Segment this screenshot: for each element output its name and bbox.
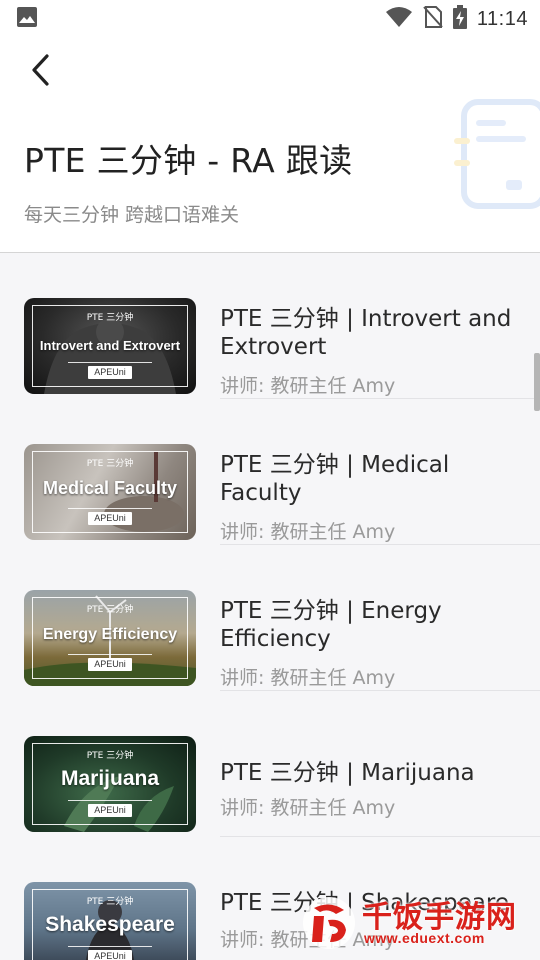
thumbnail-series: PTE 三分钟 (86, 897, 134, 907)
status-left (16, 6, 38, 32)
course-list[interactable]: PTE 三分钟 Introvert and Extrovert APEUni P… (0, 253, 540, 960)
course-title: PTE 三分钟 | Introvert and Extrovert (220, 306, 512, 360)
status-time: 11:14 (476, 7, 528, 30)
status-right: 11:14 (385, 5, 528, 33)
thumbnail-divider (68, 362, 152, 363)
list-item[interactable]: PTE 三分钟 Medical Faculty APEUni PTE 三分钟 |… (0, 399, 540, 545)
course-title: PTE 三分钟 | Energy Efficiency (220, 598, 442, 652)
thumbnail-divider (68, 654, 152, 655)
list-item[interactable]: PTE 三分钟 Energy Efficiency APEUni PTE 三分钟… (0, 545, 540, 691)
thumbnail-brand: APEUni (88, 512, 132, 525)
page-subtitle: 每天三分钟 跨越口语难关 (24, 204, 240, 226)
thumbnail-brand: APEUni (88, 950, 132, 960)
thumbnail-title: Shakespeare (45, 913, 175, 936)
page-title: PTE 三分钟 - RA 跟读 (24, 141, 353, 180)
thumbnail-series: PTE 三分钟 (86, 313, 134, 323)
chevron-left-icon (28, 52, 52, 92)
battery-charging-icon (452, 5, 467, 33)
thumbnail-title: Medical Faculty (42, 478, 178, 498)
book-icon (450, 98, 540, 210)
course-thumbnail: PTE 三分钟 Energy Efficiency APEUni (24, 590, 196, 686)
thumbnail-divider (68, 800, 152, 801)
wifi-icon (385, 6, 413, 32)
thumbnail-title: Marijuana (60, 767, 160, 790)
thumbnail-brand: APEUni (88, 366, 132, 379)
list-item[interactable]: PTE 三分钟 Marijuana APEUni PTE 三分钟 | Marij… (0, 691, 540, 837)
thumbnail-series: PTE 三分钟 (86, 605, 134, 615)
watermark-url: www.eduext.com (364, 930, 485, 946)
thumbnail-title: Energy Efficiency (42, 626, 178, 643)
course-author: 讲师: 教研主任 Amy (220, 797, 396, 819)
thumbnail-brand: APEUni (88, 658, 132, 671)
thumbnail-brand: APEUni (88, 804, 132, 817)
thumbnail-divider (68, 508, 152, 509)
course-title: PTE 三分钟 | Marijuana (220, 760, 475, 786)
image-icon (16, 6, 38, 32)
watermark-logo-icon (303, 897, 355, 949)
thumbnail-series: PTE 三分钟 (86, 751, 134, 761)
no-sim-icon (423, 5, 443, 33)
course-title: PTE 三分钟 | Medical Faculty (220, 452, 450, 506)
course-thumbnail: PTE 三分钟 Medical Faculty APEUni (24, 444, 196, 540)
scrollbar[interactable] (534, 353, 540, 411)
watermark: 千饭手游网 www.eduext.com (300, 892, 532, 954)
thumbnail-divider (68, 946, 152, 947)
course-author: 讲师: 教研主任 Amy (220, 667, 396, 689)
thumbnail-title: Introvert and Extrovert (39, 338, 181, 353)
course-thumbnail: PTE 三分钟 Shakespeare APEUni (24, 882, 196, 960)
course-author: 讲师: 教研主任 Amy (220, 521, 396, 543)
page-header: PTE 三分钟 - RA 跟读 每天三分钟 跨越口语难关 (0, 38, 540, 253)
course-thumbnail: PTE 三分钟 Introvert and Extrovert APEUni (24, 298, 196, 394)
status-bar: 11:14 (0, 0, 540, 38)
course-thumbnail: PTE 三分钟 Marijuana APEUni (24, 736, 196, 832)
back-button[interactable] (18, 50, 62, 94)
list-item[interactable]: PTE 三分钟 Introvert and Extrovert APEUni P… (0, 253, 540, 399)
thumbnail-series: PTE 三分钟 (86, 459, 134, 469)
course-author: 讲师: 教研主任 Amy (220, 375, 396, 397)
